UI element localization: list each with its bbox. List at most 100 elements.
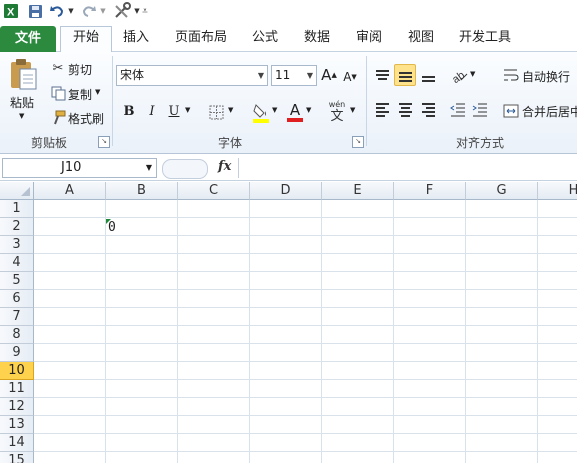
row-header-14[interactable]: 14 (0, 434, 34, 452)
save-icon[interactable] (26, 2, 44, 20)
font-color-button[interactable]: A (284, 100, 306, 124)
row-header-12[interactable]: 12 (0, 398, 34, 416)
ribbon-tabs: 文件 开始 插入 页面布局 公式 数据 审阅 视图 开发工具 (0, 24, 577, 53)
orientation-icon[interactable]: ab (448, 64, 470, 86)
svg-text:X: X (7, 7, 15, 19)
cut-button[interactable]: 剪切 (68, 61, 92, 78)
row-header-8[interactable]: 8 (0, 326, 34, 344)
font-color-bar (287, 118, 303, 122)
row-header-2[interactable]: 2 (0, 218, 34, 236)
font-group-label: 字体 (217, 136, 242, 150)
undo-dropdown-icon[interactable]: ▼ (66, 2, 76, 20)
column-header-c[interactable]: C (178, 182, 250, 200)
column-header-a[interactable]: A (34, 182, 106, 200)
customize-qat-icon[interactable]: ⩡ (140, 2, 150, 20)
align-right-icon[interactable] (417, 99, 439, 121)
column-header-g[interactable]: G (466, 182, 538, 200)
column-header-d[interactable]: D (250, 182, 322, 200)
redo-dropdown-icon[interactable]: ▼ (98, 2, 108, 20)
scissors-icon[interactable]: ✂ (50, 60, 66, 76)
paste-icon[interactable] (6, 56, 40, 92)
row-header-3[interactable]: 3 (0, 236, 34, 254)
align-center-icon[interactable] (394, 99, 416, 121)
merge-center-button[interactable]: 合并后居中 (522, 103, 577, 120)
copy-icon[interactable] (50, 85, 66, 101)
shrink-font-button[interactable]: A ▼ (340, 67, 360, 87)
row-header-6[interactable]: 6 (0, 290, 34, 308)
underline-button[interactable]: U (164, 101, 184, 121)
fill-color-icon[interactable] (250, 100, 272, 124)
tab-view[interactable]: 视图 (400, 27, 442, 51)
row-header-7[interactable]: 7 (0, 308, 34, 326)
copy-dropdown-icon[interactable]: ▼ (95, 88, 100, 96)
tab-page-layout[interactable]: 页面布局 (168, 27, 234, 51)
format-painter-icon[interactable] (50, 109, 66, 125)
orientation-dropdown-icon[interactable]: ▼ (470, 70, 475, 78)
formula-input[interactable] (238, 158, 577, 178)
row-header-9[interactable]: 9 (0, 344, 34, 362)
fill-color-dropdown-icon[interactable]: ▼ (272, 106, 277, 114)
top-align-icon[interactable] (371, 64, 393, 86)
row-header-13[interactable]: 13 (0, 416, 34, 434)
row-header-5[interactable]: 5 (0, 272, 34, 290)
tab-developer[interactable]: 开发工具 (452, 27, 518, 51)
font-color-dropdown-icon[interactable]: ▼ (306, 106, 311, 114)
formula-divider-handle[interactable] (162, 159, 208, 179)
paste-button[interactable]: 粘贴 (10, 94, 34, 111)
row-header-15[interactable]: 15 (0, 452, 34, 463)
font-size-dropdown-icon[interactable]: ▼ (307, 66, 313, 85)
select-all-corner[interactable] (0, 182, 34, 200)
font-launcher-icon[interactable]: ↘ (352, 136, 364, 148)
phonetic-button[interactable]: wén 文 (326, 99, 348, 125)
clipboard-launcher-icon[interactable]: ↘ (98, 136, 110, 148)
error-indicator-icon[interactable] (106, 219, 111, 224)
worksheet-grid[interactable]: A B C D E F G H 1 2 3 4 5 6 7 8 9 10 11 … (0, 182, 577, 463)
tools-icon[interactable] (112, 2, 132, 20)
column-header-e[interactable]: E (322, 182, 394, 200)
gridline (34, 271, 577, 272)
tab-review[interactable]: 审阅 (348, 27, 390, 51)
column-header-b[interactable]: B (106, 182, 178, 200)
wrap-text-icon[interactable] (502, 66, 520, 84)
tab-insert[interactable]: 插入 (114, 27, 158, 51)
gridline (34, 289, 577, 290)
phonetic-dropdown-icon[interactable]: ▼ (350, 106, 355, 114)
bottom-align-icon[interactable] (417, 64, 439, 86)
row-header-4[interactable]: 4 (0, 254, 34, 272)
underline-dropdown-icon[interactable]: ▼ (185, 106, 190, 114)
tab-file[interactable]: 文件 (0, 26, 56, 52)
undo-icon[interactable] (48, 2, 66, 20)
column-header-f[interactable]: F (394, 182, 466, 200)
tab-home[interactable]: 开始 (60, 26, 112, 53)
name-box-dropdown-icon[interactable]: ▼ (146, 159, 152, 177)
borders-dropdown-icon[interactable]: ▼ (228, 106, 233, 114)
row-header-11[interactable]: 11 (0, 380, 34, 398)
format-painter-button[interactable]: 格式刷 (68, 110, 104, 127)
italic-button[interactable]: I (142, 101, 162, 121)
wrap-text-button[interactable]: 自动换行 (522, 68, 570, 85)
bold-button[interactable]: B (119, 101, 139, 121)
insert-function-icon[interactable]: fx (218, 159, 231, 174)
borders-icon[interactable] (206, 102, 226, 122)
grow-font-button[interactable]: A ▲ (319, 65, 339, 85)
grow-font-glyph: A (321, 66, 332, 84)
row-header-1[interactable]: 1 (0, 200, 34, 218)
tab-formulas[interactable]: 公式 (244, 27, 286, 51)
decrease-indent-icon[interactable] (448, 100, 468, 120)
merge-center-icon[interactable] (502, 102, 520, 120)
middle-align-icon[interactable] (394, 64, 416, 86)
gridline (34, 217, 577, 218)
column-header-h[interactable]: H (538, 182, 577, 200)
row-header-10[interactable]: 10 (0, 362, 34, 380)
font-name-dropdown-icon[interactable]: ▼ (258, 66, 264, 85)
redo-icon[interactable] (80, 2, 98, 20)
font-name-select[interactable]: 宋体 ▼ (116, 65, 268, 86)
tab-data[interactable]: 数据 (296, 27, 338, 51)
cell-b2[interactable]: 0 (106, 219, 180, 237)
paste-dropdown-icon[interactable]: ▼ (19, 112, 24, 120)
increase-indent-icon[interactable] (470, 100, 490, 120)
align-left-icon[interactable] (371, 99, 393, 121)
name-box[interactable]: J10 ▼ (2, 158, 157, 178)
copy-button[interactable]: 复制 (68, 86, 92, 103)
font-size-select[interactable]: 11 ▼ (271, 65, 317, 86)
